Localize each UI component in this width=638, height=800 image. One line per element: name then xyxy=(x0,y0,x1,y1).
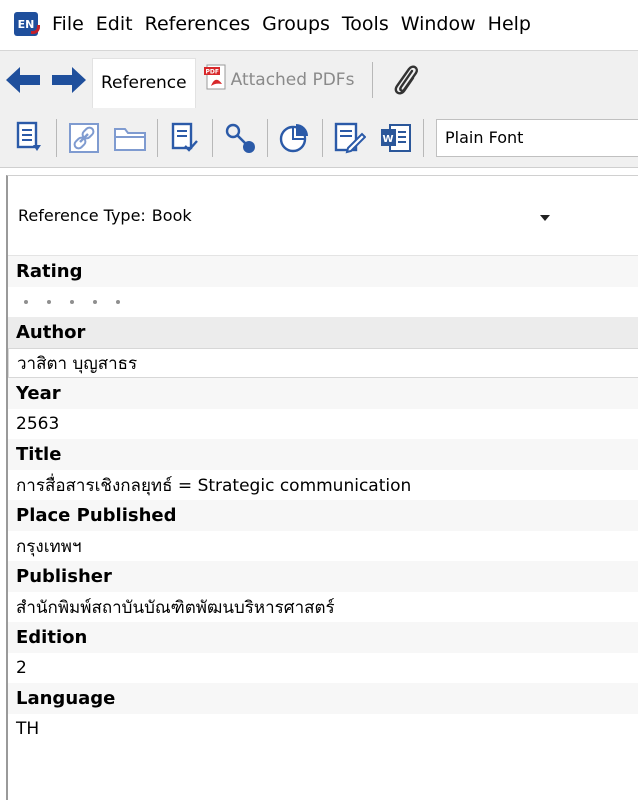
paperclip-icon[interactable] xyxy=(383,60,429,100)
toolbar-separator xyxy=(157,118,158,157)
output-style-value: Plain Font xyxy=(445,128,524,147)
publisher-label: Publisher xyxy=(8,561,638,592)
tab-attached-pdfs-label: Attached PDFs xyxy=(230,69,355,90)
format-bibliography-icon[interactable] xyxy=(162,115,208,161)
open-link-icon[interactable] xyxy=(61,115,107,161)
edit-citation-icon[interactable] xyxy=(327,115,373,161)
toolbar-separator xyxy=(56,118,57,157)
place-published-label: Place Published xyxy=(8,500,638,531)
rating-dot-1[interactable] xyxy=(24,300,28,304)
toolbar-separator xyxy=(212,118,213,157)
output-style-select[interactable]: Plain Font xyxy=(436,118,638,157)
svg-text:PDF: PDF xyxy=(205,69,218,76)
place-published-field[interactable]: กรุงเทพฯ xyxy=(8,531,638,561)
statistics-pie-icon[interactable] xyxy=(272,115,318,161)
tab-reference[interactable]: Reference xyxy=(92,57,196,108)
language-label: Language xyxy=(8,683,638,714)
menu-file[interactable]: File xyxy=(46,13,90,35)
rating-dot-3[interactable] xyxy=(70,300,74,304)
language-field[interactable]: TH xyxy=(8,714,638,744)
reference-toolbar: W Plain Font xyxy=(0,108,638,168)
endnote-logo-icon: EN xyxy=(14,12,40,36)
year-label: Year xyxy=(8,378,638,409)
svg-text:W: W xyxy=(383,134,394,145)
edition-label: Edition xyxy=(8,622,638,653)
reference-panel: Reference Type: Book Rating Author วาสิต… xyxy=(6,175,638,800)
rating-dot-5[interactable] xyxy=(116,300,120,304)
tab-attached-pdfs[interactable]: PDF Attached PDFs xyxy=(196,57,363,103)
reference-type-label: Reference Type: xyxy=(18,206,146,225)
tab-bar: Reference PDF Attached PDFs xyxy=(0,50,638,108)
toolbar-separator xyxy=(267,118,268,157)
rating-stars[interactable] xyxy=(8,287,638,317)
tab-separator xyxy=(372,61,374,98)
menu-bar: EN File Edit References Groups Tools Win… xyxy=(0,0,638,48)
author-field[interactable]: วาสิตา บุญสาธร xyxy=(8,348,638,378)
toolbar-separator xyxy=(322,118,323,157)
tab-reference-label: Reference xyxy=(101,73,187,93)
word-document-icon[interactable]: W xyxy=(373,115,419,161)
author-label: Author xyxy=(8,317,638,348)
title-label: Title xyxy=(8,439,638,470)
reference-type-row: Reference Type: Book xyxy=(8,176,638,256)
rating-label: Rating xyxy=(8,256,638,287)
pdf-icon: PDF xyxy=(203,64,228,95)
toolbar-separator xyxy=(423,118,424,157)
edition-field[interactable]: 2 xyxy=(8,653,638,683)
menu-groups[interactable]: Groups xyxy=(256,13,336,35)
publisher-field[interactable]: สำนักพิมพ์สถาบันบัณฑิตพัฒนบริหารศาสตร์ xyxy=(8,592,638,622)
menu-edit[interactable]: Edit xyxy=(90,13,139,35)
find-full-text-icon[interactable] xyxy=(217,115,263,161)
dropdown-arrow-icon[interactable] xyxy=(540,206,550,225)
rating-dot-2[interactable] xyxy=(47,300,51,304)
menu-tools[interactable]: Tools xyxy=(336,13,395,35)
menu-help[interactable]: Help xyxy=(482,13,537,35)
forward-arrow-icon[interactable] xyxy=(46,60,92,100)
rating-dot-4[interactable] xyxy=(93,300,97,304)
insert-citation-icon[interactable] xyxy=(6,115,52,161)
open-folder-icon[interactable] xyxy=(107,115,153,161)
back-arrow-icon[interactable] xyxy=(0,60,46,100)
menu-window[interactable]: Window xyxy=(395,13,482,35)
menu-references[interactable]: References xyxy=(139,13,257,35)
title-field[interactable]: การสื่อสารเชิงกลยุทธ์ = Strategic commun… xyxy=(8,470,638,500)
year-field[interactable]: 2563 xyxy=(8,409,638,439)
reference-type-select[interactable]: Book xyxy=(152,206,192,225)
